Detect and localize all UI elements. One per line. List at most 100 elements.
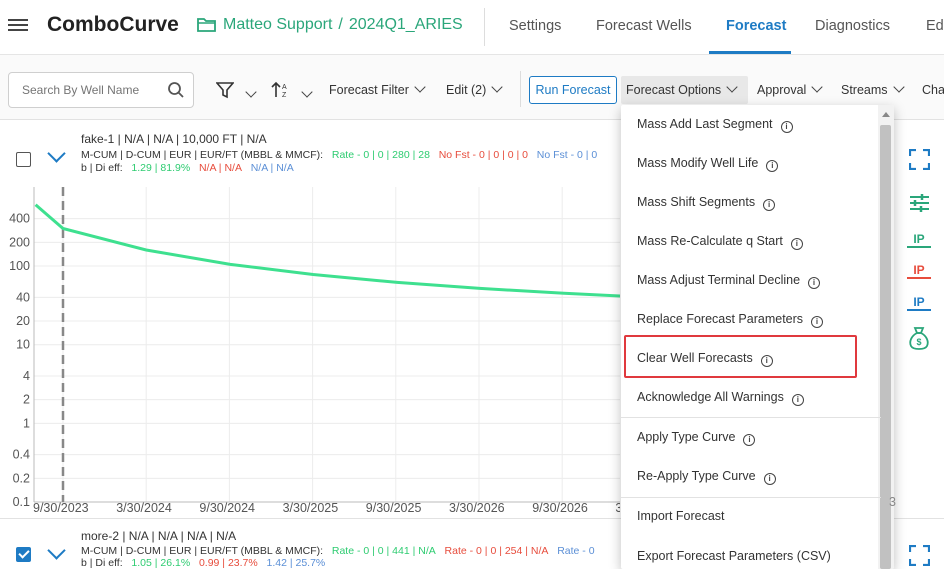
- menu-item-replace-forecast-parameters[interactable]: Replace Forecast Parameters i: [621, 300, 881, 339]
- menu-item-mass-adjust-terminal-decline[interactable]: Mass Adjust Terminal Decline i: [621, 261, 881, 300]
- nav-divider: [484, 8, 485, 46]
- menu-item-apply-type-curve[interactable]: Apply Type Curve i: [621, 418, 881, 457]
- expand-icon[interactable]: [909, 149, 930, 170]
- menu-item-acknowledge-all-warnings[interactable]: Acknowledge All Warnings i: [621, 378, 881, 417]
- menu-item-re-apply-type-curve[interactable]: Re-Apply Type Curve i: [621, 457, 881, 496]
- water-nofst-stats: No Fst - 0 | 0: [536, 149, 598, 161]
- menu-item-label: Import Forecast: [637, 509, 725, 523]
- well-name: more-2 | N/A | N/A | N/A | N/A: [81, 529, 237, 543]
- stats-prefix: M-CUM | D-CUM | EUR | EUR/FT (MBBL & MMC…: [81, 149, 324, 161]
- oil-rate-stats: Rate - 0 | 0 | 280 | 28: [331, 149, 430, 161]
- top-bar: ComboCurve Matteo Support / 2024Q1_ARIES…: [0, 0, 944, 55]
- info-icon[interactable]: i: [811, 316, 824, 328]
- menu-item-label: Mass Re-Calculate q Start: [637, 234, 783, 248]
- menu-item-label: Mass Shift Segments: [637, 195, 756, 209]
- info-icon[interactable]: i: [791, 394, 804, 406]
- oil-rate-stats: Rate - 0 | 0 | 441 | N/A: [331, 545, 436, 557]
- y-tick-label: 400: [9, 212, 30, 226]
- y-tick-label: 100: [9, 259, 30, 273]
- tab-diagnostics[interactable]: Diagnostics: [815, 18, 890, 34]
- ip-blue-icon[interactable]: IP: [907, 295, 931, 311]
- edit-dropdown[interactable]: Edit (2): [446, 81, 503, 97]
- ip-green-icon[interactable]: IP: [907, 232, 931, 248]
- filter-chevron-down-icon[interactable]: [245, 86, 257, 98]
- money-bag-icon[interactable]: $: [907, 326, 931, 350]
- search-icon[interactable]: [167, 81, 185, 99]
- well-checkbox[interactable]: [16, 152, 31, 167]
- info-icon[interactable]: i: [780, 121, 793, 133]
- y-tick-label: 40: [16, 290, 30, 304]
- info-icon[interactable]: i: [763, 199, 776, 211]
- breadcrumb: Matteo Support / 2024Q1_ARIES: [197, 16, 463, 34]
- well-params-row: b | Di eff: 1.05 | 26.1% 0.99 | 23.7% 1.…: [81, 557, 325, 569]
- water-params: 1.42 | 25.7%: [266, 557, 326, 569]
- chevron-down-icon: [892, 81, 905, 93]
- x-tick-label: 3/30/2024: [116, 501, 172, 515]
- search-input[interactable]: [20, 82, 169, 98]
- search-box[interactable]: [8, 72, 194, 108]
- y-tick-label: 200: [9, 235, 30, 249]
- chevron-down-icon: [414, 81, 426, 93]
- well-stats-row: M-CUM | D-CUM | EUR | EUR/FT (MBBL & MMC…: [81, 545, 595, 557]
- well-checkbox-checked[interactable]: [16, 547, 31, 562]
- approval-dropdown[interactable]: Approval: [757, 81, 824, 97]
- menu-item-label: Re-Apply Type Curve: [637, 469, 756, 483]
- x-tick-label: 3/30/2026: [449, 501, 505, 515]
- scenario-name-link[interactable]: 2024Q1_ARIES: [349, 16, 463, 34]
- tab-settings[interactable]: Settings: [509, 18, 561, 34]
- menu-item-import-forecast[interactable]: Import Forecast: [621, 497, 881, 536]
- sort-chevron-down-icon[interactable]: [301, 86, 313, 98]
- svg-text:A: A: [282, 84, 287, 91]
- menu-item-label: Mass Add Last Segment: [637, 117, 773, 131]
- info-icon[interactable]: i: [766, 160, 779, 172]
- ip-red-icon[interactable]: IP: [907, 263, 931, 279]
- menu-item-mass-modify-well-life[interactable]: Mass Modify Well Life i: [621, 144, 881, 183]
- tab-edit-truncated[interactable]: Edi: [926, 18, 944, 34]
- scroll-up-arrow-icon[interactable]: [882, 112, 890, 117]
- adjust-sliders-icon[interactable]: [909, 193, 930, 213]
- info-icon[interactable]: i: [790, 238, 803, 250]
- info-icon[interactable]: i: [808, 277, 821, 289]
- params-prefix: b | Di eff:: [81, 557, 123, 569]
- info-icon[interactable]: i: [763, 473, 776, 485]
- folder-icon: [197, 18, 216, 32]
- approval-label: Approval: [757, 83, 807, 97]
- menu-item-label: Apply Type Curve: [637, 430, 736, 444]
- y-tick-label: 0.1: [13, 495, 30, 509]
- svg-text:Z: Z: [282, 92, 287, 99]
- gas-rate-stats: Rate - 0 | 0 | 254 | N/A: [444, 545, 549, 557]
- filter-icon[interactable]: [216, 82, 234, 99]
- menu-item-mass-shift-segments[interactable]: Mass Shift Segments i: [621, 183, 881, 222]
- info-icon[interactable]: i: [743, 434, 756, 446]
- menu-item-mass-add-last-segment[interactable]: Mass Add Last Segment i: [621, 105, 881, 144]
- chart-options-dropdown-truncated[interactable]: Cha: [922, 83, 944, 97]
- stats-prefix: M-CUM | D-CUM | EUR | EUR/FT (MBBL & MMC…: [81, 545, 324, 557]
- tab-forecast[interactable]: Forecast: [726, 18, 786, 34]
- x-tick-label-right: 3: [889, 495, 896, 509]
- project-name-link[interactable]: Matteo Support: [223, 16, 332, 34]
- sort-icon[interactable]: AZ: [271, 81, 291, 99]
- menu-item-label: Acknowledge All Warnings: [637, 390, 784, 404]
- streams-dropdown[interactable]: Streams: [841, 81, 905, 97]
- y-tick-label: 0.2: [13, 471, 30, 485]
- run-forecast-button[interactable]: Run Forecast: [529, 76, 617, 104]
- expand-icon[interactable]: [909, 545, 930, 566]
- forecast-filter-dropdown[interactable]: Forecast Filter: [329, 81, 426, 97]
- menu-item-export-forecast-parameters-csv[interactable]: Export Forecast Parameters (CSV): [621, 537, 881, 569]
- well-stats-row: M-CUM | D-CUM | EUR | EUR/FT (MBBL & MMC…: [81, 149, 597, 161]
- y-tick-label: 20: [16, 314, 30, 328]
- menu-item-label: Replace Forecast Parameters: [637, 312, 804, 326]
- tab-forecast-wells[interactable]: Forecast Wells: [596, 18, 692, 34]
- chevron-down-icon: [491, 81, 503, 93]
- brand-logo-text: ComboCurve: [47, 13, 179, 36]
- menu-item-mass-re-calculate-q-start[interactable]: Mass Re-Calculate q Start i: [621, 222, 881, 261]
- x-tick-label: 9/30/2025: [366, 501, 422, 515]
- x-tick-label: 9/30/2026: [532, 501, 588, 515]
- forecast-chart[interactable]: 400 200 100 40 20 10 4 2 1 0.4 0.2 0.1 9/30/2023 3/30…: [0, 187, 620, 515]
- gas-nofst-stats: No Fst - 0 | 0 | 0 | 0: [438, 149, 528, 161]
- menu-hamburger-icon[interactable]: [8, 16, 28, 36]
- menu-item-label: Mass Modify Well Life: [637, 156, 759, 170]
- forecast-options-dropdown[interactable]: Forecast Options: [626, 81, 738, 97]
- well-params-row: b | Di eff: 1.29 | 81.9% N/A | N/A N/A |…: [81, 162, 294, 174]
- menu-item-label: Mass Adjust Terminal Decline: [637, 273, 801, 287]
